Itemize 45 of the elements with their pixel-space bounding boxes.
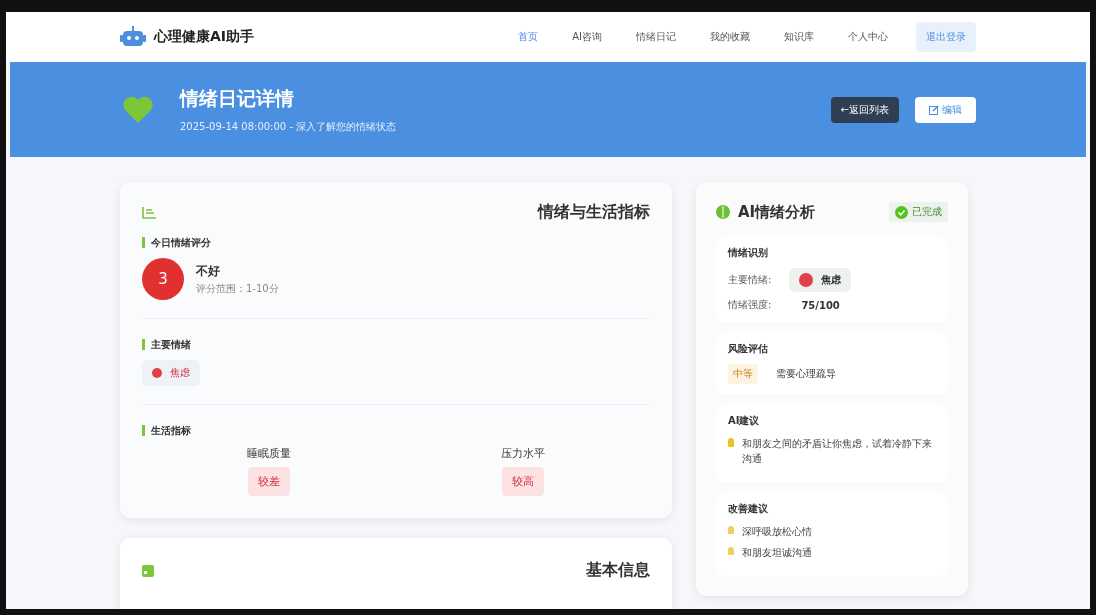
panel-title: AI建议 [728, 414, 761, 428]
card-title: 情绪与生活指标 [538, 202, 650, 223]
card-title: 基本信息 [586, 560, 650, 581]
risk-tag: 中等 [728, 364, 758, 384]
nav-link[interactable]: 情绪日记 [630, 26, 682, 48]
edit-icon [929, 104, 939, 115]
suggestion-text: 深呼吸放松心情 [742, 525, 812, 539]
indicator-name: 睡眠质量 [247, 446, 291, 461]
indicator-name: 压力水平 [501, 446, 545, 461]
panel-title: 情绪识别 [728, 246, 769, 260]
nav-link[interactable]: 知识库 [778, 26, 820, 48]
card-title: AI情绪分析 [738, 202, 817, 222]
back-button[interactable]: ←返回列表 [830, 96, 899, 123]
field-label: 情绪强度: [728, 298, 772, 312]
page-title: 情绪日记详情 [180, 85, 295, 111]
emotion-text: 焦虑 [170, 366, 190, 380]
field-label: 主要情绪: [728, 273, 772, 287]
risk-text: 需要心理疏导 [776, 367, 836, 381]
suggestion-text: 和朋友坦诚沟通 [742, 546, 812, 560]
panel-title: 风险评估 [728, 342, 769, 356]
advice-text: 和朋友之间的矛盾让你焦虑，试着冷静下来沟通 [742, 437, 933, 466]
indicator-value: 较差 [248, 467, 290, 496]
page-subtitle: 2025-09-14 08:00:00 - 深入了解您的情绪状态 [180, 119, 398, 134]
nav-link[interactable]: 首页 [512, 26, 545, 48]
nav-link[interactable]: 我的收藏 [704, 26, 756, 48]
robot-icon [120, 26, 146, 48]
section-label: 主要情绪 [142, 339, 650, 350]
check-icon [895, 205, 908, 219]
heart-icon [122, 95, 154, 124]
chart-icon [142, 206, 156, 219]
brand-name: 心理健康AI助手 [154, 28, 255, 46]
field-value: 75/100 [801, 299, 840, 311]
score-text: 不好 [196, 262, 221, 280]
section-label: 今日情绪评分 [142, 237, 650, 248]
score-range: 评分范围：1-10分 [196, 281, 279, 296]
calendar-icon [142, 564, 154, 577]
nav-link[interactable]: 个人中心 [842, 26, 894, 48]
status-text: 已完成 [912, 205, 942, 219]
edit-button[interactable]: 编辑 [915, 96, 976, 123]
section-label: 生活指标 [142, 425, 650, 436]
emotion-text: 焦虑 [821, 273, 842, 287]
score-badge: 3 [142, 258, 184, 300]
nav-link[interactable]: AI咨询 [566, 26, 608, 48]
indicator-value: 较高 [502, 467, 544, 496]
panel-title: 改善建议 [728, 502, 769, 516]
